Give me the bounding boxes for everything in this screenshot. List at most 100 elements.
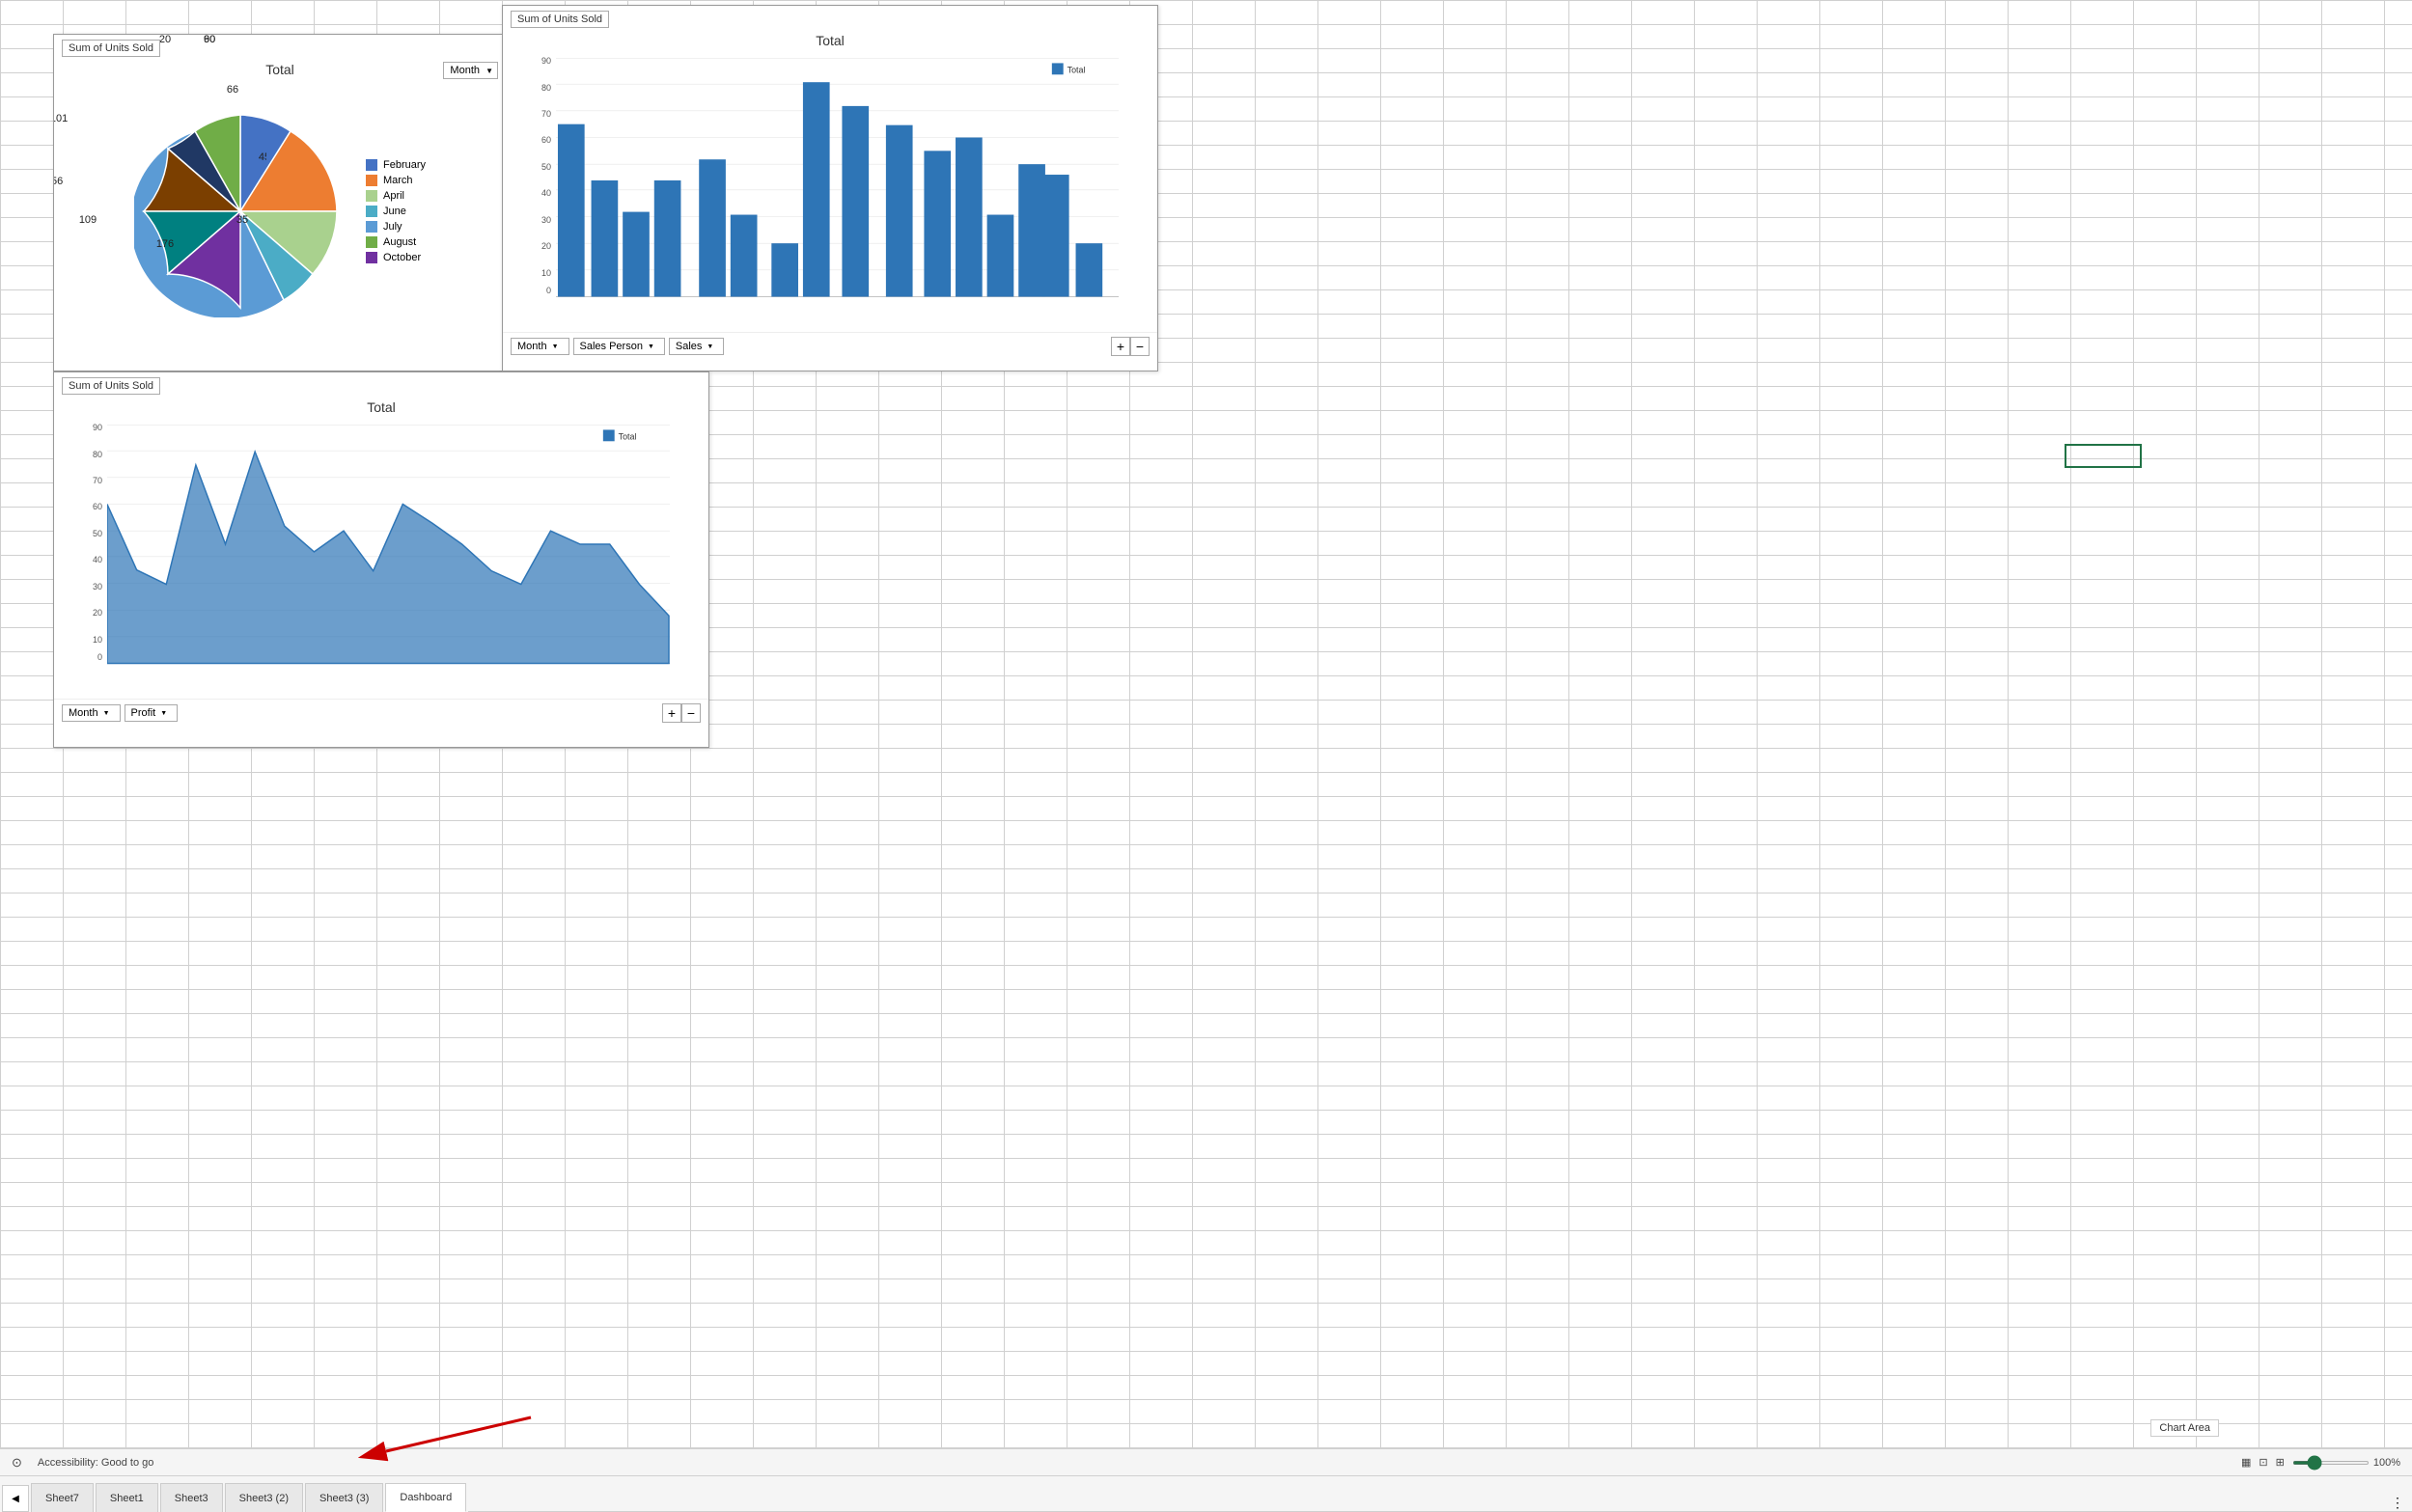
sheet-tab-sheet3-3[interactable]: Sheet3 (3)	[305, 1483, 383, 1512]
svg-text:156: 156	[54, 176, 63, 187]
svg-text:0: 0	[97, 652, 102, 660]
legend-item-march: March	[366, 175, 426, 186]
svg-text:20: 20	[541, 241, 551, 251]
bar-salesperson-filter[interactable]: Sales Person	[573, 338, 665, 355]
svg-text:50: 50	[93, 529, 102, 538]
bar-chart-svg: $60000 $70000 $20000 $30000 $35000 $3020…	[556, 57, 1119, 298]
area-profit-filter[interactable]: Profit	[125, 704, 179, 722]
svg-text:109: 109	[79, 214, 97, 226]
svg-text:Total: Total	[619, 431, 637, 441]
zoom-slider[interactable]	[2292, 1461, 2370, 1465]
area-chart-inner: 90 80 70 60 50 40 30 20 10 0	[54, 419, 708, 699]
legend-item-april: April	[366, 190, 426, 202]
legend-label-august: August	[383, 236, 416, 248]
area-chart-controls: Month Profit + −	[54, 699, 708, 727]
svg-text:90: 90	[541, 56, 551, 66]
legend-label-july: July	[383, 221, 402, 233]
sheet-tab-sheet1[interactable]: Sheet1	[96, 1483, 158, 1512]
legend-label-october: October	[383, 252, 421, 263]
svg-text:101: 101	[54, 113, 68, 124]
area-month-filter[interactable]: Month	[62, 704, 121, 722]
svg-text:60: 60	[204, 35, 215, 45]
svg-text:10: 10	[93, 635, 102, 645]
pie-chart-title: Total	[54, 62, 506, 77]
svg-text:50: 50	[541, 162, 551, 172]
svg-text:40: 40	[93, 555, 102, 564]
bar-zoom-out[interactable]: −	[1130, 337, 1150, 356]
selected-cell	[2065, 444, 2142, 468]
svg-text:20: 20	[93, 608, 102, 618]
svg-text:90: 90	[93, 423, 102, 432]
area-zoom-controls: + −	[662, 703, 701, 723]
legend-color-october	[366, 252, 377, 263]
svg-text:90: 90	[204, 35, 215, 45]
bar-sales-filter[interactable]: Sales	[669, 338, 724, 355]
area-zoom-out[interactable]: −	[681, 703, 701, 723]
bar-chart-title: Total	[503, 33, 1157, 48]
legend-color-august	[366, 236, 377, 248]
view-page-icon[interactable]: ⊞	[2276, 1456, 2285, 1469]
spreadsheet-area: Sum of Units Sold Month Total	[0, 0, 2412, 1512]
bar-chart-controls: Month Sales Person Sales + −	[503, 332, 1157, 360]
legend-item-july: July	[366, 221, 426, 233]
bar-zoom-controls: + −	[1111, 337, 1150, 356]
svg-text:60: 60	[93, 502, 102, 511]
bar-zoom-in[interactable]: +	[1111, 337, 1130, 356]
status-icon-accessibility: ⊙	[12, 1455, 22, 1471]
legend-color-june	[366, 206, 377, 217]
chart-area-label: Chart Area	[2150, 1419, 2219, 1437]
svg-text:Total: Total	[1067, 65, 1086, 74]
area-zoom-in[interactable]: +	[662, 703, 681, 723]
sheet-tab-sheet3[interactable]: Sheet3	[160, 1483, 223, 1512]
area-y-axis: 90 80 70 60 50 40 30 20 10 0	[59, 419, 107, 660]
month-dropdown-wrapper: Month	[443, 62, 498, 79]
svg-text:20: 20	[159, 35, 171, 45]
zoom-percent: 100%	[2373, 1457, 2400, 1469]
zoom-control: 100%	[2292, 1457, 2400, 1469]
view-normal-icon[interactable]: ▦	[2241, 1456, 2251, 1469]
sheet-tab-dashboard[interactable]: Dashboard	[385, 1483, 466, 1512]
tab-bar: ◀ Sheet7 Sheet1 Sheet3 Sheet3 (2) Sheet3…	[0, 1475, 2412, 1512]
legend-label-june: June	[383, 206, 406, 217]
svg-text:0: 0	[546, 286, 551, 293]
bar-chart-inner: 90 80 70 60 50 40 30 20 10 0	[503, 52, 1157, 332]
area-chart-label: Sum of Units Sold	[62, 377, 160, 395]
bar-chart-container[interactable]: Sum of Units Sold Total 90 80 70 60 50 4…	[502, 5, 1158, 371]
legend-item-august: August	[366, 236, 426, 248]
legend-item-october: October	[366, 252, 426, 263]
legend-color-july	[366, 221, 377, 233]
arrow-annotation	[338, 1408, 579, 1466]
area-chart-svg: $3000 $2000 $10000 $6000 $8000 $9000 $50…	[107, 424, 670, 665]
svg-text:40: 40	[541, 188, 551, 198]
sheet-options-icon[interactable]: ⋮	[2391, 1495, 2404, 1511]
sheet-tab-sheet7[interactable]: Sheet7	[31, 1483, 94, 1512]
legend-color-february	[366, 159, 377, 171]
pie-area: 20 66 45 35 176 109 156 101 80 90 60	[54, 81, 506, 342]
bar-y-axis: 90 80 70 60 50 40 30 20 10 0	[508, 52, 556, 293]
legend-label-february: February	[383, 159, 426, 171]
area-chart-container[interactable]: Sum of Units Sold Total 90 80 70 60 50 4…	[53, 371, 709, 748]
pie-legend: February March April June	[366, 159, 426, 263]
svg-text:70: 70	[93, 476, 102, 485]
svg-text:30: 30	[93, 582, 102, 591]
legend-color-march	[366, 175, 377, 186]
tab-bar-right: ⋮	[2383, 1495, 2412, 1512]
legend-label-april: April	[383, 190, 404, 202]
svg-text:80: 80	[541, 83, 551, 93]
view-layout-icon[interactable]: ⊡	[2259, 1456, 2267, 1469]
bar-month-filter[interactable]: Month	[511, 338, 569, 355]
area-chart-title: Total	[54, 399, 708, 415]
status-right: ▦ ⊡ ⊞ 100%	[2241, 1456, 2400, 1469]
sheet-tab-sheet3-2[interactable]: Sheet3 (2)	[225, 1483, 303, 1512]
excel-app: Sum of Units Sold Month Total	[0, 0, 2412, 1512]
svg-text:80: 80	[93, 450, 102, 459]
pie-svg	[134, 105, 347, 317]
tab-nav-prev[interactable]: ◀	[2, 1485, 29, 1512]
svg-text:60: 60	[541, 135, 551, 145]
month-dropdown-button[interactable]: Month	[443, 62, 498, 79]
accessibility-text: Accessibility: Good to go	[38, 1457, 153, 1469]
legend-item-february: February	[366, 159, 426, 171]
pie-chart-container[interactable]: Sum of Units Sold Month Total	[53, 34, 507, 371]
svg-text:70: 70	[541, 109, 551, 119]
legend-item-june: June	[366, 206, 426, 217]
